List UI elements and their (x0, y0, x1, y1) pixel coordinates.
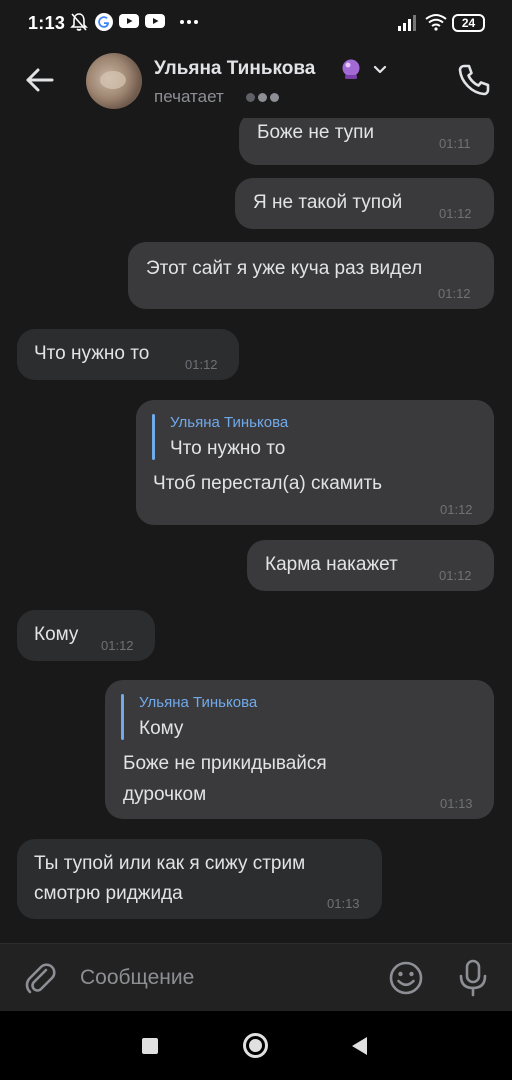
message-bubble-reply[interactable]: Ульяна Тинькова Кому Боже не прикидывайс… (105, 680, 494, 819)
message-text: Чтоб перестал(а) скамить (153, 473, 383, 494)
message-bubble[interactable]: Этот сайт я уже куча раз видел 01:12 (128, 242, 494, 309)
home-button[interactable] (243, 1033, 268, 1058)
system-nav-bar (0, 1011, 512, 1080)
status-time: 1:13 (28, 13, 66, 33)
message-time: 01:12 (440, 502, 473, 517)
message-text-line: Боже не прикидывайся (123, 753, 327, 774)
message-bubble[interactable]: Я не такой тупой 01:12 (235, 178, 494, 229)
typing-dots-icon (246, 93, 279, 102)
contact-avatar[interactable] (86, 53, 142, 109)
mute-bell-icon (70, 13, 88, 31)
wifi-icon (425, 14, 447, 31)
battery-indicator: 24 (452, 14, 485, 32)
reply-author: Ульяна Тинькова (170, 414, 289, 431)
message-text: Я не такой тупой (253, 192, 403, 213)
message-composer (0, 943, 512, 1011)
chat-header: Ульяна Тинькова печатает (0, 48, 512, 118)
typing-status: печатает (154, 87, 224, 106)
message-text-line: дурочком (123, 784, 207, 805)
emoji-icon[interactable] (388, 960, 424, 996)
message-bubble[interactable]: Ты тупой или как я сижу стрим смотрю рид… (17, 839, 382, 919)
message-time: 01:12 (438, 286, 471, 301)
chevron-down-icon[interactable] (372, 62, 388, 78)
google-icon (95, 13, 113, 31)
crystal-ball-icon (342, 59, 360, 79)
reply-author: Ульяна Тинькова (139, 694, 258, 711)
microphone-icon[interactable] (455, 958, 491, 998)
reply-text: Кому (139, 718, 184, 739)
message-text: Боже не тупи (257, 122, 375, 143)
message-text-line: Ты тупой или как я сижу стрим (34, 853, 306, 874)
message-bubble-reply[interactable]: Ульяна Тинькова Что нужно то Чтоб перест… (136, 400, 494, 525)
message-time: 01:13 (440, 796, 473, 811)
battery-level: 24 (461, 16, 476, 30)
reply-quote-bar (152, 414, 155, 460)
message-time: 01:12 (101, 638, 134, 653)
message-text: Этот сайт я уже куча раз видел (146, 258, 423, 279)
reply-quote-bar (121, 694, 124, 740)
message-list[interactable]: Боже не тупи 01:11 Я не такой тупой 01:1… (0, 118, 512, 943)
message-time: 01:11 (439, 136, 471, 151)
status-bar: 1:13 24 (0, 0, 512, 48)
recents-button[interactable] (142, 1038, 158, 1054)
signal-icon (398, 15, 416, 31)
youtube-icon (119, 14, 139, 28)
nav-back-button[interactable] (352, 1037, 367, 1055)
more-dots-icon (180, 20, 198, 24)
message-bubble[interactable]: Боже не тупи 01:11 (239, 118, 494, 165)
contact-name[interactable]: Ульяна Тинькова (154, 58, 315, 80)
message-bubble[interactable]: Карма накажет 01:12 (247, 540, 494, 591)
back-arrow-icon[interactable] (22, 62, 58, 98)
message-text: Что нужно то (34, 343, 150, 364)
message-bubble[interactable]: Что нужно то 01:12 (17, 329, 239, 380)
message-time: 01:13 (327, 896, 360, 911)
phone-icon[interactable] (456, 62, 492, 98)
message-bubble[interactable]: Кому 01:12 (17, 610, 155, 661)
message-time: 01:12 (185, 357, 218, 372)
message-text: Кому (34, 624, 79, 645)
message-text-line: смотрю риджида (34, 883, 183, 904)
message-time: 01:12 (439, 568, 472, 583)
youtube-icon (145, 14, 165, 28)
message-time: 01:12 (439, 206, 472, 221)
reply-text: Что нужно то (170, 438, 286, 459)
paperclip-icon[interactable] (22, 960, 58, 996)
message-input[interactable] (80, 958, 370, 998)
message-text: Карма накажет (265, 554, 398, 575)
